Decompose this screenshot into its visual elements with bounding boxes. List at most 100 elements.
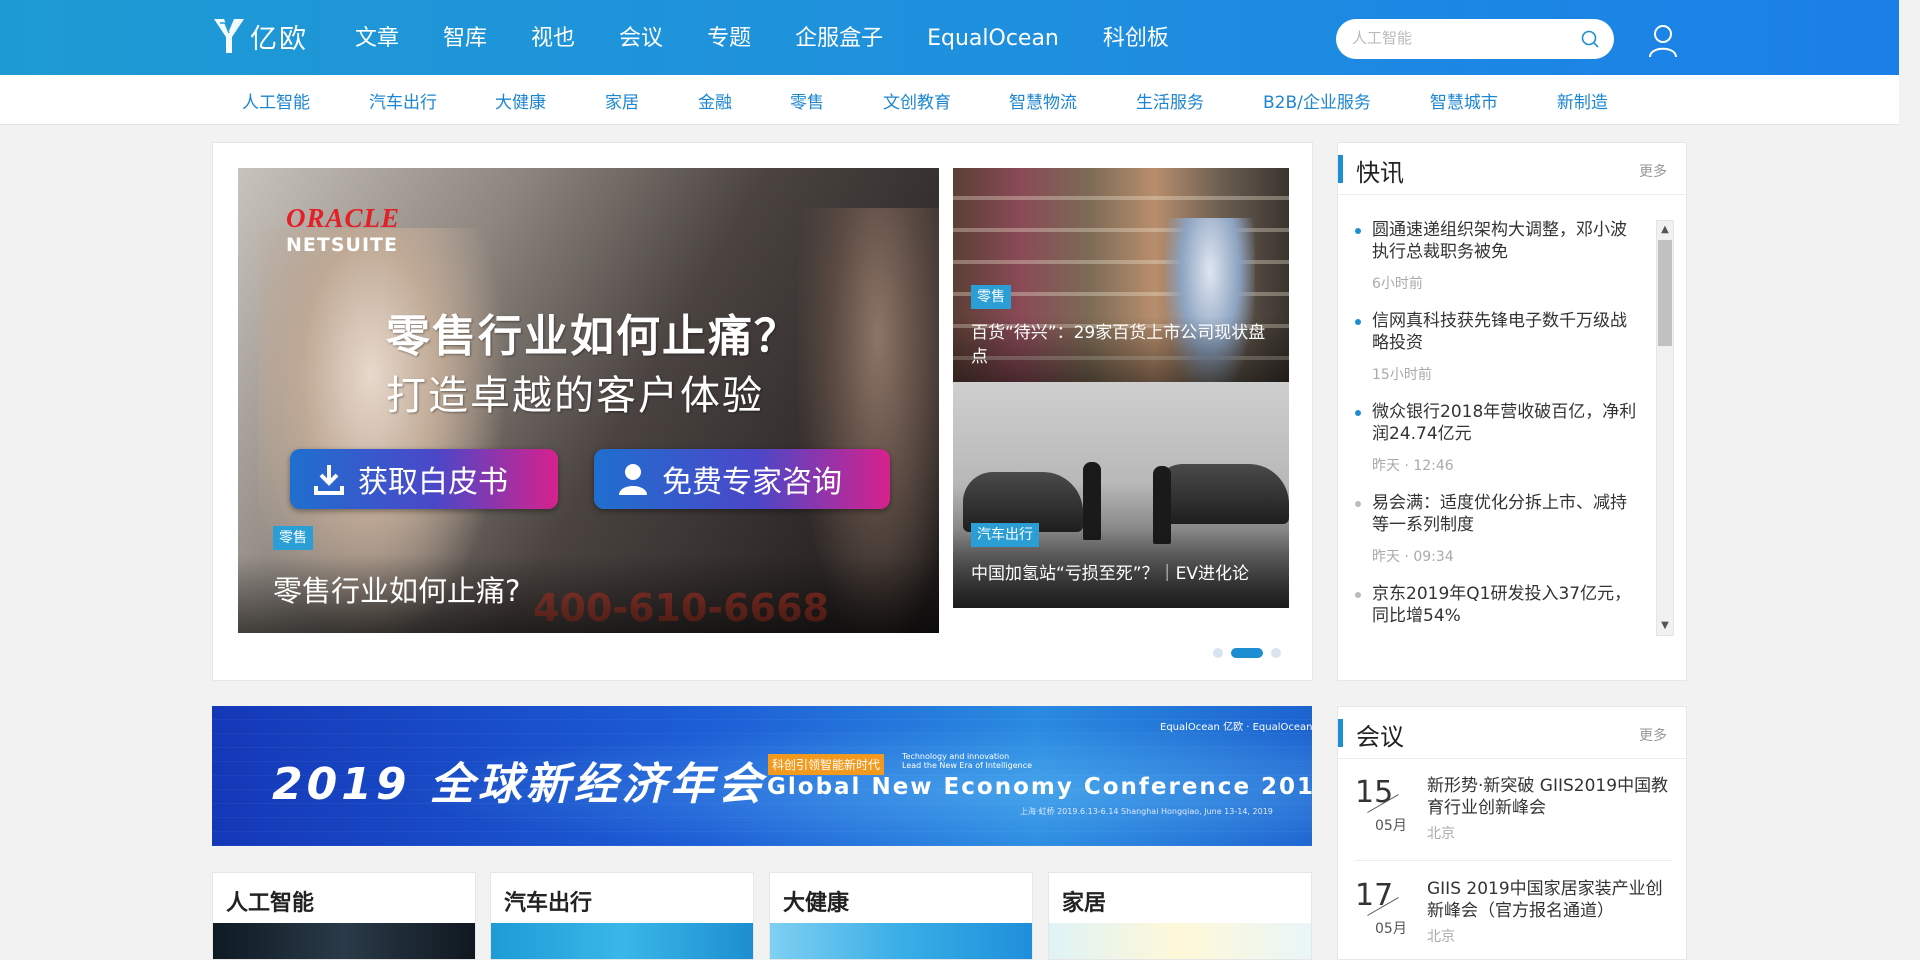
- banner-kicker-english-line: Lead the New Era of Intelligence: [902, 761, 1033, 770]
- meeting-title[interactable]: 新形势·新突破 GIIS2019中国教育行业创新峰会: [1427, 775, 1673, 819]
- more-link[interactable]: 更多: [1639, 161, 1667, 181]
- nav-item-topics[interactable]: 专题: [707, 22, 751, 56]
- news-flash-scrollbar[interactable]: ▲ ▼: [1656, 220, 1674, 636]
- panel-title: 快讯: [1356, 159, 1404, 187]
- news-flash-time: 昨天 · 09:34: [1372, 549, 1454, 565]
- conference-banner[interactable]: EqualOcean 亿欧 · EqualOcean 2019 全球新经济年会 …: [212, 706, 1312, 846]
- search-input[interactable]: [1352, 29, 1572, 47]
- expert-consult-button-label: 免费专家咨询: [662, 465, 842, 500]
- news-flash-text[interactable]: 信网真科技获先锋电子数千万级战略投资: [1372, 310, 1642, 354]
- carousel-side-slide[interactable]: 零售 百货“待兴”：29家百货上市公司现状盘点: [953, 168, 1289, 394]
- category-health[interactable]: 大健康: [495, 88, 546, 113]
- channel-image[interactable]: [213, 923, 475, 959]
- news-flash-text[interactable]: 京东2019年Q1研发投入37亿元，同比增54%: [1372, 583, 1642, 627]
- main-nav: 文章 智库 视也 会议 专题 企服盒子 EqualOcean 科创板: [355, 22, 1213, 56]
- banner-sponsor-logos: EqualOcean 亿欧 · EqualOcean: [1160, 722, 1312, 733]
- news-flash-text[interactable]: 圆通速递组织架构大调整，邓小波执行总裁职务被免: [1372, 219, 1642, 263]
- category-home[interactable]: 家居: [605, 88, 639, 113]
- site-logo[interactable]: 亿欧: [212, 16, 308, 56]
- nav-item-articles[interactable]: 文章: [355, 22, 399, 56]
- news-flash-text[interactable]: 易会满：适度优化分拆上市、减持等一系列制度: [1372, 492, 1642, 536]
- news-flash-text[interactable]: 微众银行2018年营收破百亿，净利润24.74亿元: [1372, 401, 1642, 445]
- panel-header: 快讯 更多: [1338, 143, 1686, 195]
- whitepaper-button[interactable]: 获取白皮书: [290, 449, 558, 509]
- more-link[interactable]: 更多: [1639, 725, 1667, 745]
- search-icon[interactable]: [1580, 29, 1600, 49]
- meeting-month: 05月: [1375, 921, 1407, 937]
- category-life-services[interactable]: 生活服务: [1136, 88, 1204, 113]
- user-icon[interactable]: [1648, 24, 1678, 58]
- header-accent-bar: [1338, 155, 1343, 183]
- channel-image[interactable]: [770, 923, 1032, 959]
- channel-title[interactable]: 家居: [1062, 885, 1106, 917]
- slide-caption[interactable]: 零售行业如何止痛?: [273, 568, 520, 610]
- carousel-pagination: [1213, 648, 1281, 658]
- category-manufacturing[interactable]: 新制造: [1557, 88, 1608, 113]
- nav-item-star-market[interactable]: 科创板: [1103, 22, 1169, 56]
- meeting-month: 05月: [1375, 818, 1407, 834]
- channel-card-auto[interactable]: 汽车出行: [490, 872, 754, 960]
- slide-tag[interactable]: 零售: [971, 285, 1011, 309]
- channel-title[interactable]: 汽车出行: [504, 885, 592, 917]
- nav-item-thinktank[interactable]: 智库: [443, 22, 487, 56]
- slide-tag[interactable]: 汽车出行: [971, 523, 1039, 547]
- meeting-item[interactable]: 15 05月 新形势·新突破 GIIS2019中国教育行业创新峰会 北京: [1355, 775, 1673, 861]
- banner-kicker-english: Technology and innovation Lead the New E…: [902, 752, 1032, 770]
- nav-item-meetings[interactable]: 会议: [619, 22, 663, 56]
- meeting-item[interactable]: 17 05月 GIIS 2019中国家居家装产业创新峰会（官方报名通道） 北京: [1355, 878, 1673, 960]
- whitepaper-button-label: 获取白皮书: [358, 465, 508, 500]
- news-flash-time: 昨天 · 12:46: [1372, 458, 1454, 474]
- person-silhouette: [1083, 462, 1101, 540]
- meeting-title[interactable]: GIIS 2019中国家居家装产业创新峰会（官方报名通道）: [1427, 878, 1673, 922]
- carousel-dot[interactable]: [1213, 648, 1223, 658]
- banner-title: 2019 全球新经济年会: [272, 759, 766, 810]
- meeting-location: 北京: [1427, 929, 1455, 945]
- category-education[interactable]: 文创教育: [883, 88, 951, 113]
- category-bar: 人工智能 汽车出行 大健康 家居 金融 零售 文创教育 智慧物流 生活服务 B2…: [0, 75, 1899, 125]
- carousel-main-slide[interactable]: ORACLE NETSUITE 零售行业如何止痛？ 打造卓越的客户体验 获取白皮…: [238, 168, 939, 633]
- category-list: 人工智能 汽车出行 大健康 家居 金融 零售 文创教育 智慧物流 生活服务 B2…: [242, 88, 1608, 113]
- category-b2b[interactable]: B2B/企业服务: [1263, 88, 1371, 113]
- channel-title[interactable]: 人工智能: [226, 885, 314, 917]
- logo-text: 亿欧: [250, 23, 308, 55]
- bullet-icon: [1355, 501, 1361, 507]
- meetings-panel: 会议 更多 15 05月 新形势·新突破 GIIS2019中国教育行业创新峰会 …: [1337, 706, 1687, 960]
- meeting-location: 北京: [1427, 826, 1455, 842]
- nav-item-service-box[interactable]: 企服盒子: [795, 22, 883, 56]
- slide-caption[interactable]: 百货“待兴”：29家百货上市公司现状盘点: [971, 321, 1281, 369]
- category-smart-city[interactable]: 智慧城市: [1430, 88, 1498, 113]
- channel-image[interactable]: [1049, 923, 1311, 959]
- channel-card-health[interactable]: 大健康: [769, 872, 1033, 960]
- bullet-icon: [1355, 319, 1361, 325]
- channel-title[interactable]: 大健康: [783, 885, 849, 917]
- news-flash-time: 6小时前: [1372, 276, 1423, 292]
- ad-subheadline: 打造卓越的客户体验: [386, 373, 764, 419]
- category-logistics[interactable]: 智慧物流: [1009, 88, 1077, 113]
- category-auto[interactable]: 汽车出行: [369, 88, 437, 113]
- nav-item-equalocean[interactable]: EqualOcean: [927, 22, 1059, 56]
- top-navigation-bar: 亿欧 文章 智库 视也 会议 专题 企服盒子 EqualOcean 科创板: [0, 0, 1899, 75]
- slide-caption[interactable]: 中国加氢站“亏损至死”？｜EV进化论: [971, 562, 1281, 586]
- panel-title: 会议: [1356, 723, 1404, 751]
- expert-consult-button[interactable]: 免费专家咨询: [594, 449, 890, 509]
- scroll-up-icon[interactable]: ▲: [1657, 222, 1673, 238]
- news-flash-panel: 快讯 更多 圆通速递组织架构大调整，邓小波执行总裁职务被免 6小时前 信网真科技…: [1337, 142, 1687, 681]
- category-ai[interactable]: 人工智能: [242, 88, 310, 113]
- nav-item-video[interactable]: 视也: [531, 22, 575, 56]
- channel-card-home[interactable]: 家居: [1048, 872, 1312, 960]
- channel-image[interactable]: [491, 923, 753, 959]
- carousel-dot-active[interactable]: [1231, 648, 1263, 658]
- scrollbar-thumb[interactable]: [1658, 240, 1672, 346]
- scroll-down-icon[interactable]: ▼: [1657, 618, 1673, 634]
- carousel-dot[interactable]: [1271, 648, 1281, 658]
- category-finance[interactable]: 金融: [698, 88, 732, 113]
- channel-card-ai[interactable]: 人工智能: [212, 872, 476, 960]
- carousel-side-slide[interactable]: 汽车出行 中国加氢站“亏损至死”？｜EV进化论: [953, 382, 1289, 608]
- download-icon: [314, 465, 344, 495]
- slide-tag[interactable]: 零售: [273, 526, 313, 550]
- meeting-day: 17: [1355, 878, 1394, 913]
- consultant-icon: [619, 464, 647, 495]
- category-retail[interactable]: 零售: [790, 88, 824, 113]
- panel-header: 会议 更多: [1338, 707, 1686, 759]
- logo-mark-icon: [214, 19, 244, 53]
